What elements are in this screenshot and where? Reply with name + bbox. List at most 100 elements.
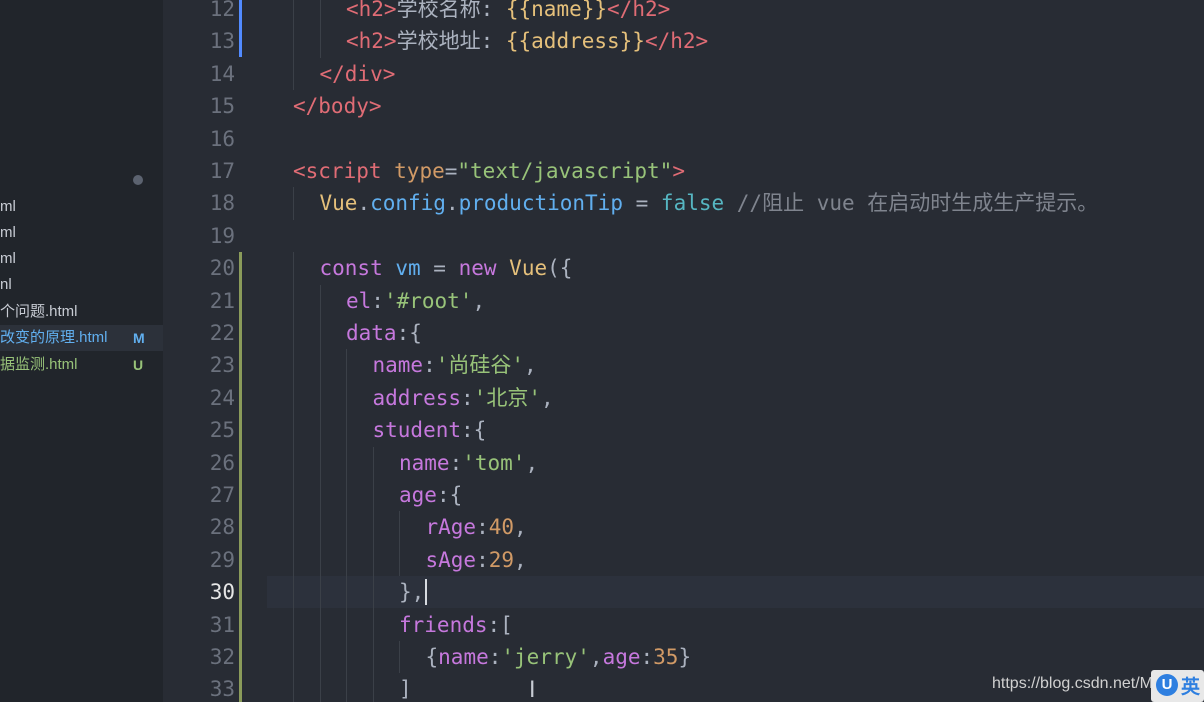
- code-line[interactable]: <h2>学校名称: {{name}}</h2>: [346, 0, 670, 25]
- code-line[interactable]: </body>: [293, 90, 382, 122]
- code-line[interactable]: Vue.config.productionTip = false //阻止 vu…: [320, 187, 1099, 219]
- code-line[interactable]: name:'tom',: [399, 447, 538, 479]
- indent-guide: [319, 608, 321, 641]
- indent-guide: [293, 673, 294, 702]
- line-number: 29: [209, 547, 235, 572]
- code-token: </h2>: [607, 0, 671, 21]
- file-name: ml: [0, 250, 16, 267]
- code-line[interactable]: student:{: [373, 414, 487, 446]
- code-token: :: [476, 515, 489, 540]
- code-line[interactable]: <h2>学校地址: {{address}}</h2>: [346, 25, 708, 57]
- code-line[interactable]: rAge:40,: [426, 511, 527, 543]
- indent-guide: [346, 576, 347, 609]
- code-token: new: [458, 256, 510, 281]
- line-number: 27: [209, 483, 235, 507]
- code-line[interactable]: name:'尚硅谷',: [373, 349, 537, 381]
- line-number: 22: [209, 321, 235, 345]
- code-token: 学校名称:: [396, 0, 506, 21]
- code-token: </div>: [319, 61, 396, 86]
- file-name: nl: [0, 276, 12, 293]
- indent-guide: [372, 543, 374, 577]
- line-number: 20: [209, 256, 235, 281]
- indent-guide: [346, 641, 347, 674]
- code-token: 学校地址:: [396, 29, 506, 54]
- indent-guide: [293, 576, 294, 609]
- code-line[interactable]: sAge:29,: [426, 544, 527, 576]
- indent-guide: [293, 414, 294, 447]
- git-added-gutter-marker: [239, 252, 242, 702]
- indent-guide: [346, 479, 347, 512]
- code-token: :{: [396, 321, 422, 345]
- file-item[interactable]: ml: [0, 246, 163, 272]
- code-token: name: [399, 450, 450, 475]
- code-token: name: [372, 353, 424, 378]
- code-token: <h2>: [346, 29, 397, 54]
- code-token: sAge: [425, 547, 477, 572]
- indent-guide: [372, 576, 374, 609]
- code-line[interactable]: ]: [399, 673, 412, 702]
- code-token: =: [420, 256, 459, 281]
- indent-guide: [319, 511, 321, 544]
- indent-guide: [293, 641, 294, 674]
- file-name: ml: [0, 224, 16, 241]
- line-number: 23: [209, 353, 235, 378]
- code-line[interactable]: friends:[: [399, 609, 513, 641]
- file-item[interactable]: 据监测.html U: [0, 352, 163, 378]
- indent-guide: [319, 641, 321, 674]
- file-item[interactable]: nl: [0, 272, 163, 298]
- code-token: :: [371, 288, 384, 313]
- code-line[interactable]: </div>: [320, 58, 396, 90]
- unsaved-dot-icon: [133, 175, 143, 185]
- indent-guide: [293, 349, 294, 382]
- code-token: :[: [487, 612, 513, 637]
- line-number: 18: [209, 191, 235, 216]
- file-item[interactable]: ml: [0, 194, 163, 220]
- code-token: :: [423, 353, 436, 378]
- indent-guide: [319, 414, 321, 447]
- indent-guide: [319, 381, 321, 415]
- file-item[interactable]: ml: [0, 220, 163, 246]
- indent-guide: [293, 252, 294, 285]
- code-line[interactable]: <script type="text/javascript">: [293, 155, 685, 187]
- indent-guide: [293, 608, 294, 641]
- file-item[interactable]: 改变的原理.html M: [0, 325, 163, 351]
- indent-guide: [346, 543, 347, 577]
- indent-guide: [346, 673, 347, 702]
- line-number: 33: [209, 677, 235, 702]
- code-line[interactable]: el:'#root',: [346, 285, 485, 317]
- indent-guide: [319, 349, 321, 382]
- code-line[interactable]: age:{: [399, 479, 462, 511]
- ime-indicator[interactable]: U 英: [1151, 670, 1204, 702]
- code-token: '#root': [383, 288, 473, 313]
- code-line[interactable]: const vm = new Vue({: [320, 252, 573, 284]
- code-token: </h2>: [644, 29, 709, 54]
- indent-guide: [319, 25, 321, 58]
- explorer-sidebar: ml ml ml nl 个问题.html 改变的原理.html M 据监测.html U: [0, 0, 163, 702]
- code-token: 'tom': [462, 450, 526, 475]
- code-line[interactable]: {name:'jerry',age:35}: [426, 641, 692, 673]
- code-token: "text/javascript": [457, 159, 673, 183]
- indent-guide: [346, 414, 347, 447]
- code-line[interactable]: address:'北京',: [373, 382, 554, 414]
- git-status-badge: U: [133, 357, 144, 373]
- code-token: :: [488, 645, 502, 669]
- code-token: ,: [514, 515, 527, 540]
- code-editor[interactable]: 12 <h2>学校名称: {{name}}</h2> 13 <h2>学校地址: {{a…: [163, 0, 1204, 702]
- indent-guide: [293, 479, 294, 512]
- indent-guide: [372, 641, 374, 674]
- code-token: },: [399, 580, 425, 605]
- file-item[interactable]: 个问题.html: [0, 299, 163, 325]
- line-number: 14: [209, 61, 235, 86]
- indent-guide: [293, 446, 294, 479]
- git-status-badge: M: [133, 330, 145, 346]
- code-token: 'jerry': [501, 645, 590, 669]
- line-number: 25: [209, 418, 235, 443]
- line-number: 19: [209, 223, 235, 248]
- code-line[interactable]: data:{: [346, 317, 422, 349]
- indent-guide: [319, 317, 321, 350]
- code-token: :: [449, 450, 463, 475]
- indent-guide: [372, 479, 374, 512]
- code-token: el: [346, 288, 372, 313]
- code-line[interactable]: },: [399, 576, 424, 608]
- code-token: <script: [293, 159, 395, 183]
